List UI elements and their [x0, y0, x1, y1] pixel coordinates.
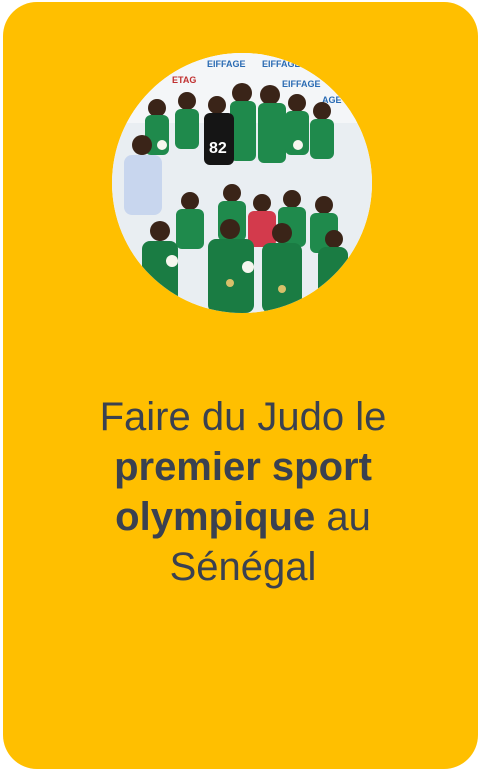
svg-text:82: 82: [209, 140, 227, 157]
headline-olympique: olympique: [115, 495, 316, 539]
svg-text:EIFFAGE: EIFFAGE: [282, 79, 321, 89]
svg-text:EIFFAGE: EIFFAGE: [207, 59, 246, 69]
headline-line-2: premier sport: [114, 445, 372, 489]
headline-line-4: Sénégal: [169, 545, 317, 589]
headline: Faire du Judo le premier sport olympique…: [23, 392, 463, 592]
svg-text:EIFFAGE: EIFFAGE: [262, 59, 301, 69]
headline-line-3: olympique au: [23, 492, 463, 542]
svg-text:eu: eu: [132, 89, 143, 99]
svg-text:ETAG: ETAG: [172, 75, 196, 85]
team-photo: EIFFAGE EIFFAGE ETAG EIFFAGE eu AGE 82: [112, 53, 372, 313]
info-card: EIFFAGE EIFFAGE ETAG EIFFAGE eu AGE 82 F…: [3, 2, 478, 769]
headline-au: au: [315, 495, 371, 539]
headline-line-1: Faire du Judo le: [99, 395, 387, 439]
team-photo-illustration: EIFFAGE EIFFAGE ETAG EIFFAGE eu AGE 82: [112, 53, 372, 313]
